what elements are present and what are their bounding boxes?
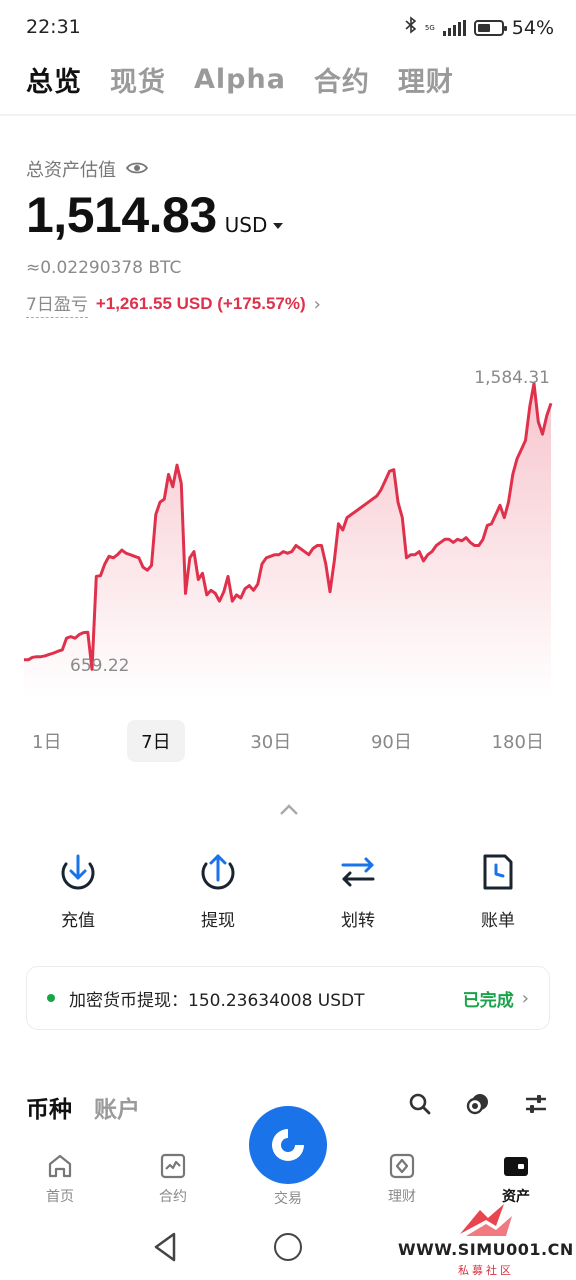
range-tab-90d[interactable]: 90日 bbox=[357, 720, 426, 762]
wallet-icon bbox=[504, 1157, 528, 1176]
range-tab-180d[interactable]: 180日 bbox=[478, 720, 558, 762]
futures-icon bbox=[160, 1153, 186, 1179]
asset-value: 1,514.83 bbox=[26, 187, 217, 243]
currency-selector[interactable]: USD bbox=[225, 213, 284, 237]
nav-trade-label: 交易 bbox=[274, 1191, 302, 1207]
deposit-button[interactable]: 充值 bbox=[30, 850, 126, 931]
status-icons: 5G 54% bbox=[405, 16, 554, 39]
status-dot bbox=[47, 994, 55, 1002]
tab-accounts[interactable]: 账户 bbox=[94, 1090, 140, 1124]
bill-icon bbox=[483, 854, 513, 890]
deposit-icon bbox=[61, 854, 95, 890]
tab-overview[interactable]: 总览 bbox=[26, 60, 82, 99]
search-icon[interactable] bbox=[408, 1092, 432, 1116]
bluetooth-icon bbox=[405, 16, 417, 39]
chevron-up-icon[interactable] bbox=[278, 798, 300, 822]
signal-icon bbox=[442, 19, 466, 36]
battery-percent: 54% bbox=[511, 16, 554, 39]
asset-value-row: 1,514.83 USD bbox=[26, 186, 284, 244]
asset-btc: ≈0.02290378 BTC bbox=[26, 258, 182, 278]
sub-tabs: 币种 账户 bbox=[26, 1090, 140, 1124]
back-icon[interactable] bbox=[150, 1230, 180, 1264]
asset-label-row: 总资产估值 bbox=[26, 156, 149, 182]
network-type: 5G bbox=[424, 23, 435, 32]
top-tabs: 总览 现货 Alpha 合约 理财 bbox=[26, 60, 454, 99]
watermark-subtext: 私募社区 bbox=[458, 1264, 514, 1277]
nav-home-label: 首页 bbox=[46, 1189, 74, 1205]
chart-max-label: 1,584.31 bbox=[474, 368, 550, 388]
tab-futures[interactable]: 合约 bbox=[314, 60, 370, 99]
range-tabs: 1日 7日 30日 90日 180日 bbox=[18, 720, 558, 762]
watermark-text: WWW.SIMU001.CN bbox=[398, 1240, 574, 1259]
range-tab-1d[interactable]: 1日 bbox=[18, 720, 75, 762]
pnl-value: +1,261.55 USD (+175.57%) bbox=[95, 294, 306, 313]
nav-home[interactable]: 首页 bbox=[20, 1152, 100, 1206]
sub-tab-tools bbox=[408, 1092, 548, 1116]
chart-area bbox=[24, 383, 551, 700]
bill-label: 账单 bbox=[481, 911, 515, 931]
withdraw-label: 提现 bbox=[201, 911, 235, 931]
transfer-icon bbox=[341, 857, 375, 887]
tab-coins[interactable]: 币种 bbox=[26, 1090, 72, 1124]
watermark-logo-icon bbox=[460, 1204, 512, 1236]
status-time: 22:31 bbox=[26, 16, 81, 38]
home-icon bbox=[48, 1154, 72, 1178]
earn-icon bbox=[389, 1153, 415, 1179]
chevron-right-icon: › bbox=[313, 293, 321, 315]
battery-icon bbox=[473, 19, 507, 36]
deposit-label: 充值 bbox=[61, 911, 95, 931]
nav-futures[interactable]: 合约 bbox=[133, 1152, 213, 1206]
withdraw-icon bbox=[201, 854, 235, 890]
currency-label: USD bbox=[224, 213, 268, 237]
tab-spot[interactable]: 现货 bbox=[110, 60, 166, 99]
nav-futures-label: 合约 bbox=[159, 1189, 187, 1205]
asset-chart[interactable] bbox=[0, 360, 576, 700]
quick-actions: 充值 提现 划转 账单 bbox=[30, 850, 546, 931]
tab-earn[interactable]: 理财 bbox=[398, 60, 454, 99]
notice-text: 加密货币提现：150.23634008 USDT bbox=[69, 990, 365, 1011]
home-circle-icon[interactable] bbox=[274, 1233, 302, 1261]
chevron-right-icon: › bbox=[521, 987, 529, 1009]
filter-icon[interactable] bbox=[524, 1092, 548, 1116]
eye-icon[interactable] bbox=[125, 159, 149, 180]
transfer-button[interactable]: 划转 bbox=[310, 850, 406, 931]
bill-button[interactable]: 账单 bbox=[450, 850, 546, 931]
trade-button[interactable] bbox=[249, 1106, 327, 1184]
pnl-label[interactable]: 7日盈亏 bbox=[26, 290, 88, 318]
coins-icon[interactable] bbox=[466, 1092, 490, 1116]
nav-trade[interactable]: 交易 bbox=[248, 1188, 328, 1208]
range-tab-7d[interactable]: 7日 bbox=[127, 720, 185, 762]
caret-down-icon bbox=[273, 223, 284, 229]
range-tab-30d[interactable]: 30日 bbox=[236, 720, 305, 762]
withdraw-button[interactable]: 提现 bbox=[170, 850, 266, 931]
header-divider bbox=[0, 114, 576, 116]
withdrawal-notice[interactable]: 加密货币提现：150.23634008 USDT 已完成 › bbox=[26, 966, 550, 1030]
tab-alpha[interactable]: Alpha bbox=[194, 64, 286, 95]
pnl-row[interactable]: 7日盈亏 +1,261.55 USD (+175.57%) › bbox=[26, 290, 321, 318]
trade-icon bbox=[272, 1129, 304, 1161]
asset-label: 总资产估值 bbox=[26, 160, 116, 181]
watermark: WWW.SIMU001.CN 私募社区 bbox=[398, 1196, 574, 1280]
notice-status: 已完成 bbox=[462, 990, 514, 1011]
chart-min-label: 659.22 bbox=[70, 656, 130, 676]
transfer-label: 划转 bbox=[341, 911, 375, 931]
status-bar: 22:31 5G 54% bbox=[0, 0, 576, 56]
